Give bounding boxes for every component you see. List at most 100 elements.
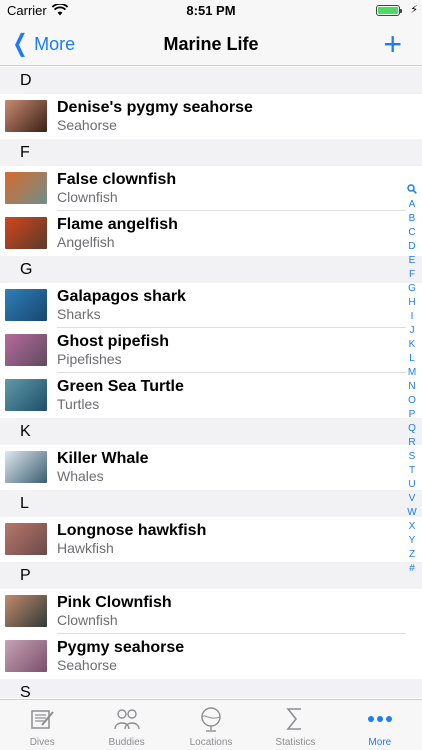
index-letter[interactable]: Z — [409, 548, 415, 562]
tab-label: Dives — [29, 737, 55, 748]
thumbnail-image — [5, 217, 47, 249]
index-letter[interactable]: Y — [409, 534, 416, 548]
index-letter[interactable]: C — [408, 226, 415, 240]
index-letter[interactable]: X — [409, 520, 416, 534]
index-letter[interactable]: T — [409, 464, 415, 478]
list-item[interactable]: Ghost pipefish Pipefishes — [0, 328, 422, 373]
index-letter[interactable]: R — [408, 436, 415, 450]
item-subtitle: Turtles — [57, 396, 100, 412]
thumbnail-image — [5, 100, 47, 132]
add-button[interactable]: + — [383, 28, 402, 60]
list-item[interactable]: Galapagos shark Sharks — [0, 283, 422, 328]
index-letter[interactable]: Q — [408, 422, 416, 436]
section-header: P — [0, 562, 422, 589]
section-header: S — [0, 679, 422, 698]
index-letter[interactable]: B — [409, 212, 416, 226]
index-letter[interactable]: O — [408, 394, 416, 408]
item-subtitle: Sharks — [57, 306, 101, 322]
people-icon — [113, 705, 141, 733]
item-title: Pygmy seahorse — [57, 639, 185, 656]
status-bar: Carrier 8:51 PM ⚡ — [0, 0, 422, 22]
item-subtitle: Clownfish — [57, 612, 118, 628]
more-dots-icon — [366, 705, 394, 733]
list-item[interactable]: Flame angelfish Angelfish — [0, 211, 422, 256]
index-letter[interactable]: D — [408, 240, 415, 254]
back-button-label: More — [34, 33, 76, 54]
list-item[interactable]: Pygmy seahorse Seahorse — [0, 634, 422, 679]
sigma-icon — [281, 705, 309, 733]
chevron-left-icon: ❮ — [12, 30, 28, 57]
item-subtitle: Whales — [57, 468, 104, 484]
list-item[interactable]: Green Sea Turtle Turtles — [0, 373, 422, 418]
item-title: Green Sea Turtle — [57, 378, 184, 395]
item-title: Flame angelfish — [57, 216, 178, 233]
item-subtitle: Hawkfish — [57, 540, 114, 556]
section-header: D — [0, 67, 422, 94]
item-title: False clownfish — [57, 171, 177, 188]
index-letter[interactable]: I — [411, 310, 414, 324]
thumbnail-image — [5, 379, 47, 411]
thumbnail-image — [5, 172, 47, 204]
item-subtitle: Clownfish — [57, 189, 118, 205]
marine-life-list[interactable]: D Denise's pygmy seahorse Seahorse F False c… — [0, 67, 422, 698]
tab-dives[interactable]: Dives — [0, 700, 84, 750]
index-search-icon[interactable] — [407, 184, 417, 198]
item-title: Denise's pygmy seahorse — [57, 99, 253, 116]
index-letter[interactable]: A — [409, 198, 416, 212]
thumbnail-image — [5, 640, 47, 672]
thumbnail-image — [5, 595, 47, 627]
index-letter[interactable]: H — [408, 296, 415, 310]
globe-icon — [197, 705, 225, 733]
list-item[interactable]: Denise's pygmy seahorse Seahorse — [0, 94, 422, 139]
list-item[interactable]: Killer Whale Whales — [0, 445, 422, 490]
item-title: Pink Clownfish — [57, 594, 172, 611]
list-item[interactable]: Pink Clownfish Clownfish — [0, 589, 422, 634]
item-subtitle: Seahorse — [57, 657, 117, 673]
item-title: Longnose hawkfish — [57, 522, 207, 539]
tab-label: Statistics — [275, 737, 316, 748]
status-time: 8:51 PM — [186, 3, 236, 18]
thumbnail-image — [5, 451, 47, 483]
index-letter[interactable]: P — [409, 408, 416, 422]
section-index[interactable]: A B C D E F G H I J K L M N O P Q R S T U V W X Y Z # — [405, 184, 419, 576]
tab-statistics[interactable]: Statistics — [253, 700, 337, 750]
index-letter[interactable]: # — [409, 562, 415, 576]
thumbnail-image — [5, 334, 47, 366]
index-letter[interactable]: M — [408, 366, 416, 380]
section-header: L — [0, 490, 422, 517]
tab-label: Locations — [189, 737, 233, 748]
index-letter[interactable]: J — [410, 324, 415, 338]
item-title: Galapagos shark — [57, 288, 186, 305]
index-letter[interactable]: V — [409, 492, 416, 506]
item-subtitle: Angelfish — [57, 234, 115, 250]
index-letter[interactable]: L — [409, 352, 415, 366]
item-title: Killer Whale — [57, 450, 149, 467]
battery-icon — [376, 5, 402, 16]
index-letter[interactable]: G — [408, 282, 416, 296]
index-letter[interactable]: N — [408, 380, 415, 394]
index-letter[interactable]: F — [409, 268, 415, 282]
index-letter[interactable]: S — [409, 450, 416, 464]
item-title: Ghost pipefish — [57, 333, 169, 350]
index-letter[interactable]: W — [407, 506, 416, 520]
section-header: K — [0, 418, 422, 445]
item-subtitle: Pipefishes — [57, 351, 122, 367]
tab-label: Buddies — [108, 737, 145, 748]
tab-buddies[interactable]: Buddies — [84, 700, 168, 750]
section-header: F — [0, 139, 422, 166]
list-item[interactable]: Longnose hawkfish Hawkfish — [0, 517, 422, 562]
thumbnail-image — [5, 523, 47, 555]
charging-bolt-icon: ⚡ — [410, 4, 418, 16]
logbook-icon — [28, 705, 56, 733]
back-button[interactable]: ❮ More — [10, 30, 76, 58]
tab-locations[interactable]: Locations — [169, 700, 253, 750]
index-letter[interactable]: U — [408, 478, 415, 492]
navigation-bar: ❮ More Marine Life + — [0, 22, 422, 66]
tab-label: More — [368, 737, 392, 748]
index-letter[interactable]: E — [409, 254, 416, 268]
section-header: G — [0, 256, 422, 283]
tab-more[interactable]: More — [338, 700, 422, 750]
index-letter[interactable]: K — [409, 338, 416, 352]
list-item[interactable]: False clownfish Clownfish — [0, 166, 422, 211]
thumbnail-image — [5, 289, 47, 321]
